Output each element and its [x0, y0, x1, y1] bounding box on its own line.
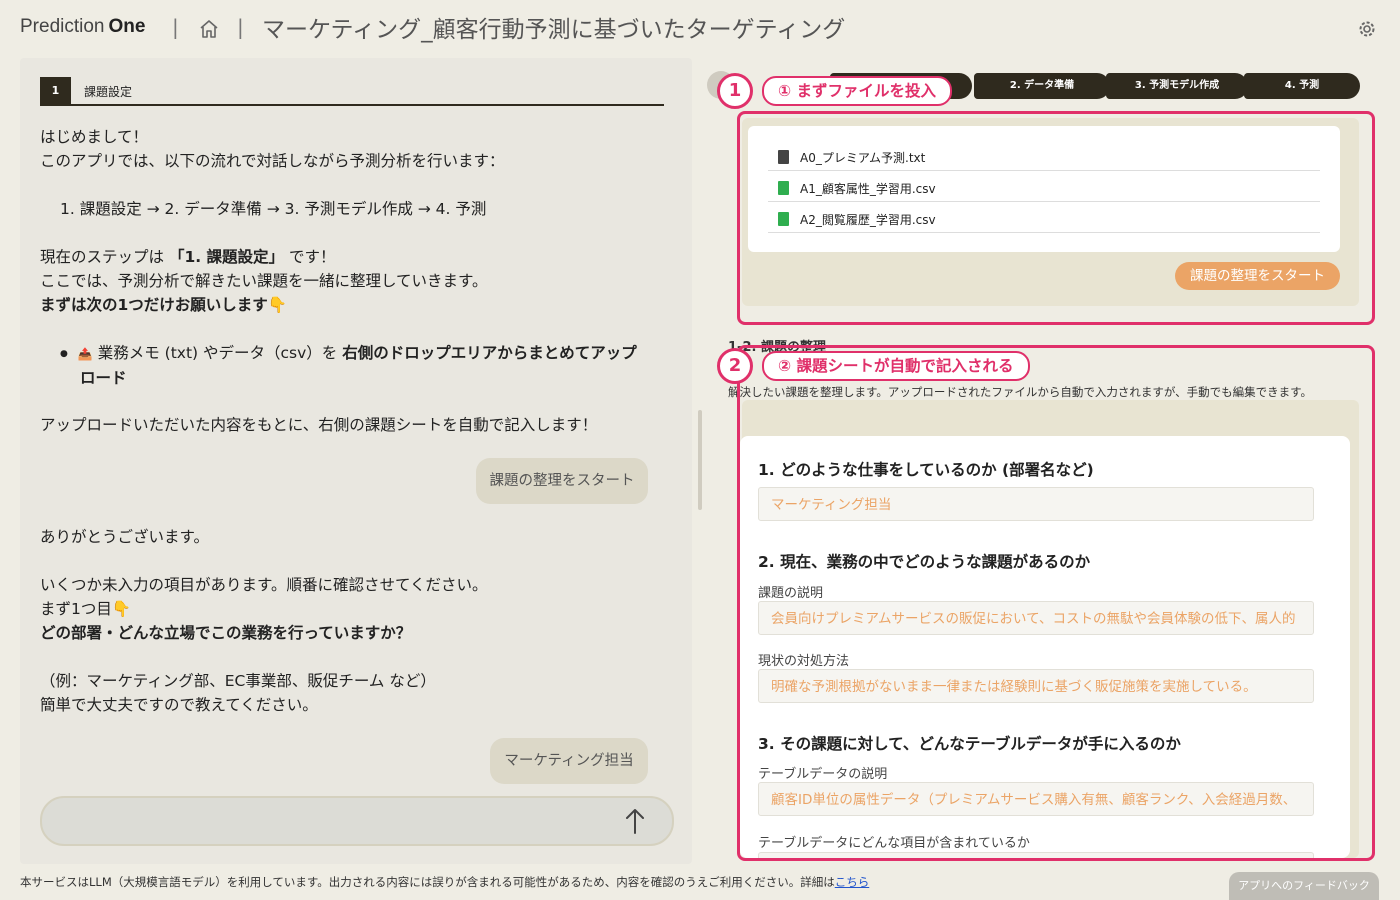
brand-prediction: Prediction	[20, 16, 105, 37]
details-link[interactable]: こちら	[835, 875, 870, 889]
step-number-badge: 1	[40, 77, 71, 104]
assistant-message: はじめまして！ このアプリでは、以下の流れで対話しながら予測分析を行います：	[40, 125, 680, 173]
page-title: マーケティング_顧客行動予測に基づいたターゲティング	[262, 17, 846, 43]
bullet-item: ● 📤 業務メモ (txt) やデータ（csv）を 右側のドロップエリアからまとめ…	[60, 341, 692, 390]
callout-label-2: ② 課題シートが自動で記入される	[762, 351, 1030, 381]
message-line: ありがとうございます。	[40, 528, 209, 546]
message-line: （例：マーケティング部、EC事業部、販促チーム など）	[40, 672, 436, 690]
message-line: 現在のステップは 「1. 課題設定」 です！	[40, 248, 336, 266]
app-header: Prediction One | | マーケティング_顧客行動予測に基づいたターゲ…	[0, 0, 1400, 58]
header-separator: |	[172, 15, 179, 39]
chat-input[interactable]	[40, 796, 674, 846]
gear-icon[interactable]	[1357, 19, 1377, 39]
message-line: どの部署・どんな立場でこの業務を行っていますか？	[40, 624, 412, 642]
message-line: まず1つ目👇	[40, 600, 132, 618]
callout-label-1: ① まずファイルを投入	[762, 76, 953, 106]
arrow-up-icon[interactable]	[624, 807, 646, 835]
callout-number-2: 2	[717, 348, 753, 384]
message-line: ● 📤 業務メモ (txt) やデータ（csv）を 右側のドロップエリアからまとめ…	[60, 344, 637, 362]
callout-box-upload	[737, 111, 1375, 325]
user-message-bubble: マーケティング担当	[490, 738, 648, 784]
message-line: このアプリでは、以下の流れで対話しながら予測分析を行います：	[40, 152, 505, 170]
upload-icon: 📤	[77, 347, 93, 361]
user-message-bubble: 課題の整理をスタート	[476, 458, 648, 504]
progress-step-4: 4. 予測	[1244, 73, 1360, 99]
brand-one: One	[108, 16, 146, 37]
flow-list-item: 1. 課題設定 → 2. データ準備 → 3. 予測モデル作成 → 4. 予測	[60, 200, 487, 218]
callout-box-sheet	[737, 345, 1375, 861]
chat-step-tab: 1 課題設定	[40, 77, 664, 106]
progress-step-3: 3. 予測モデル作成	[1106, 73, 1248, 99]
assistant-message: いくつか未入力の項目があります。順番に確認させてください。 まず1つ目👇 どの部…	[40, 573, 680, 645]
home-icon[interactable]	[198, 18, 220, 40]
message-line: アップロードいただいた内容をもとに、右側の課題シートを自動で記入します！	[40, 416, 598, 434]
message-line: はじめまして！	[40, 128, 149, 146]
chat-panel: 1 課題設定 はじめまして！ このアプリでは、以下の流れで対話しながら予測分析を…	[20, 58, 692, 864]
assistant-message: 現在のステップは 「1. 課題設定」 です！ ここでは、予測分析で解きたい課題を…	[40, 245, 680, 317]
step-label: 課題設定	[84, 85, 133, 99]
assistant-message: （例：マーケティング部、EC事業部、販促チーム など） 簡単で大丈夫ですので教え…	[40, 669, 680, 717]
panel-resize-handle[interactable]	[698, 410, 702, 510]
message-line: いくつか未入力の項目があります。順番に確認させてください。	[40, 576, 488, 594]
message-line: ここでは、予測分析で解きたい課題を一緒に整理していきます。	[40, 272, 488, 290]
brand-logo[interactable]: Prediction One	[20, 16, 145, 38]
footer-text: 本サービスはLLM（大規模言語モデル）を利用しています。出力される内容には誤りが…	[20, 875, 835, 889]
message-line: ロード	[80, 369, 127, 387]
progress-step-2: 2. データ準備	[974, 73, 1110, 99]
callout-number-1: 1	[717, 73, 753, 109]
message-line: 簡単で大丈夫ですので教えてください。	[40, 696, 318, 714]
header-separator: |	[237, 15, 244, 39]
message-line: まずは次の1つだけお願いします👇	[40, 296, 288, 314]
feedback-button[interactable]: アプリへのフィードバック	[1229, 872, 1379, 900]
footer-notice: 本サービスはLLM（大規模言語モデル）を利用しています。出力される内容には誤りが…	[20, 874, 869, 890]
